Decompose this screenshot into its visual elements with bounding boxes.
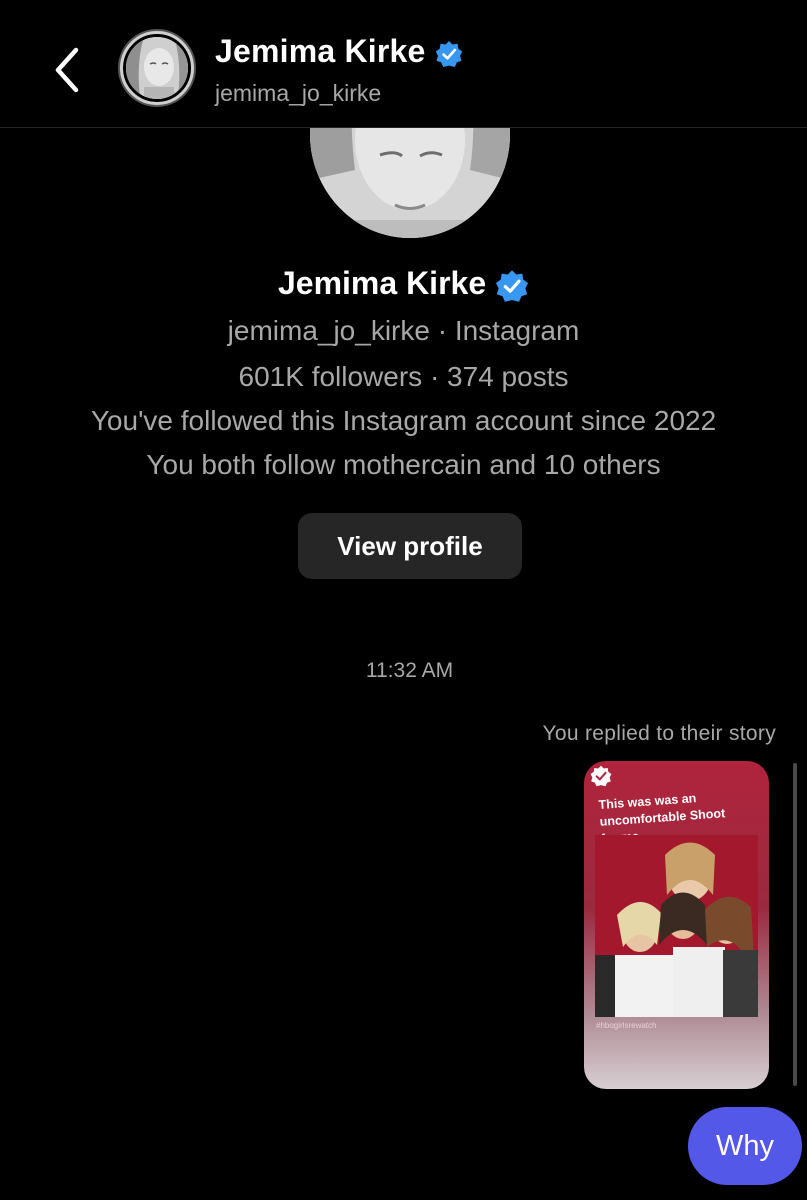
profile-followed-since: You've followed this Instagram account s… [90, 405, 717, 436]
chevron-left-icon [55, 47, 79, 93]
verified-badge-icon [495, 269, 529, 302]
header-name-text: Jemima Kirke [215, 33, 426, 69]
scrollbar[interactable] [793, 763, 797, 1086]
view-profile-button[interactable]: View profile [298, 513, 522, 579]
message-text: Why [716, 1129, 774, 1162]
story-photo [595, 835, 758, 1017]
story-group-photo [595, 835, 758, 1017]
profile-handle-line: jemima_jo_kirke · Instagram [227, 315, 580, 346]
header-username: jemima_jo_kirke [215, 80, 382, 106]
profile-stats-line: 601K followers · 374 posts [238, 361, 569, 392]
header-avatar[interactable] [118, 29, 196, 107]
chat-header: Jemima Kirke jemima_jo_kirke [0, 0, 807, 128]
story-reply-label: You replied to their story [542, 722, 776, 745]
message-timestamp: 11:32 AM [365, 659, 454, 682]
message-bubble-sent[interactable]: Why [688, 1107, 802, 1185]
back-button[interactable] [48, 42, 88, 98]
story-hashtag: #hbogirlsrewatch [596, 1021, 657, 1030]
header-avatar-photo [126, 37, 188, 99]
profile-name-text: Jemima Kirke [277, 265, 487, 301]
story-reply-thumbnail[interactable]: This was was an uncomfortable Shoot for … [584, 761, 769, 1089]
profile-mutual-followers: You both follow mothercain and 10 others [146, 449, 661, 480]
header-name[interactable]: Jemima Kirke [215, 33, 463, 70]
verified-badge-icon [435, 40, 462, 67]
profile-name: Jemima Kirke [0, 265, 807, 303]
verified-badge-icon [590, 765, 612, 787]
